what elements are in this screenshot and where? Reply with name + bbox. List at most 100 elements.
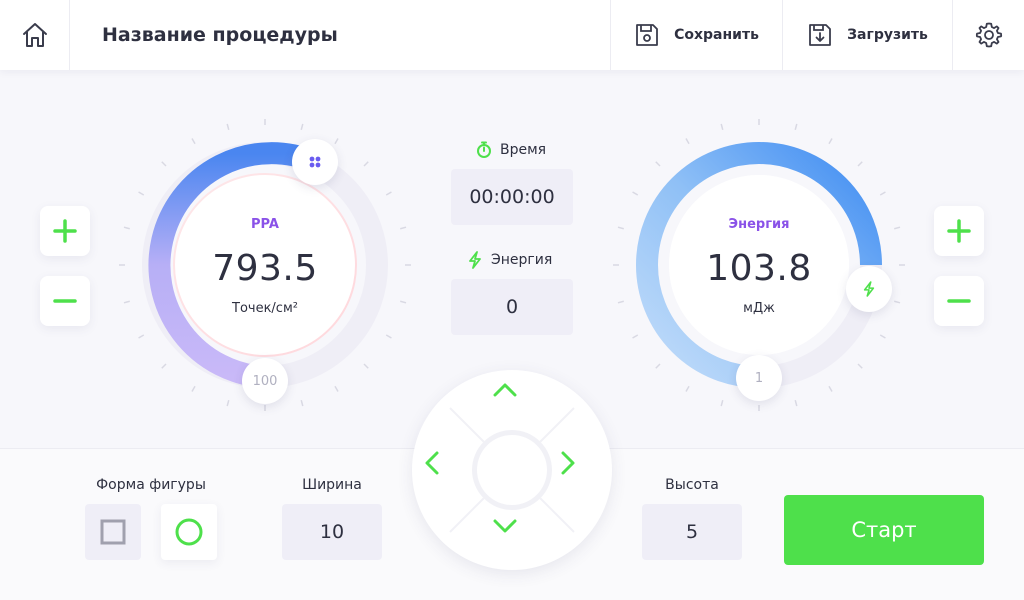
dial-tick	[123, 226, 130, 230]
height-input[interactable]: 5	[642, 504, 742, 560]
energy-dial[interactable]: Энергия 103.8 мДж 1	[609, 115, 909, 415]
dial-tick	[123, 300, 130, 304]
time-label: Время	[500, 142, 547, 158]
ppa-label: PPA	[251, 217, 279, 232]
right-arrow-button[interactable]	[560, 450, 600, 490]
square-icon	[100, 519, 126, 545]
dial-tick	[857, 363, 863, 369]
energy-dial-label: Энергия	[728, 217, 790, 232]
save-label: Сохранить	[674, 27, 759, 43]
load-icon	[809, 24, 832, 46]
square-shape-button[interactable]	[85, 504, 141, 560]
ppa-dial[interactable]: PPA 793.5 Точек/см² 100	[115, 115, 415, 415]
save-icon	[636, 24, 658, 46]
ppa-value: 793.5	[212, 248, 318, 289]
energy-display: 0	[451, 279, 573, 335]
width-input[interactable]: 10	[282, 504, 382, 560]
dial-tick	[400, 300, 407, 304]
dial-tick	[632, 334, 639, 339]
dial-tick	[191, 385, 196, 392]
page-title: Название процедуры	[102, 24, 338, 46]
dial-tick	[894, 226, 901, 230]
right-minus-button[interactable]	[934, 276, 984, 326]
dial-tick	[161, 161, 167, 167]
dial-tick	[857, 161, 863, 167]
dial-tick	[400, 226, 407, 230]
dpad-center-button[interactable]	[472, 430, 552, 510]
dial-tick	[879, 191, 886, 196]
time-label-row: Время	[476, 141, 546, 159]
dial-tick	[655, 363, 661, 369]
dial-tick	[632, 191, 639, 196]
dial-tick	[385, 334, 392, 339]
dial-tick	[617, 300, 624, 304]
gear-icon	[975, 22, 1002, 48]
title-container: Название процедуры	[102, 0, 338, 70]
chevron-down-icon	[493, 519, 517, 533]
circle-icon	[175, 518, 203, 546]
up-arrow-button[interactable]	[492, 382, 532, 422]
dial-tick	[879, 334, 886, 339]
load-button[interactable]: Загрузить	[782, 0, 952, 70]
start-button[interactable]: Старт	[784, 495, 984, 565]
energy-label-row: Энергия	[467, 251, 552, 269]
lightning-icon	[469, 251, 481, 269]
circle-shape-button[interactable]	[161, 504, 217, 560]
left-plus-button[interactable]	[40, 206, 90, 256]
energy-info-label: Энергия	[491, 252, 553, 268]
dial-tick	[334, 138, 339, 145]
chevron-left-icon	[425, 451, 439, 475]
height-label: Высота	[665, 477, 719, 493]
right-plus-button[interactable]	[934, 206, 984, 256]
stopwatch-icon	[477, 141, 491, 158]
minus-icon	[53, 299, 77, 303]
down-arrow-button[interactable]	[492, 518, 532, 558]
plus-icon	[947, 219, 971, 243]
direction-pad	[412, 370, 612, 570]
dial-tick	[300, 400, 304, 407]
home-icon	[22, 23, 47, 47]
dial-tick	[685, 138, 690, 145]
left-arrow-button[interactable]	[424, 450, 464, 490]
width-label: Ширина	[302, 477, 362, 493]
energy-dial-center: Энергия 103.8 мДж	[669, 175, 849, 355]
dial-tick	[720, 400, 724, 407]
dial-tick	[828, 385, 833, 392]
dial-tick	[685, 385, 690, 392]
dial-tick	[617, 226, 624, 230]
dial-tick	[720, 123, 724, 130]
save-button[interactable]: Сохранить	[610, 0, 782, 70]
ppa-dial-center: PPA 793.5 Точек/см²	[175, 175, 355, 355]
ppa-dial-handle[interactable]	[292, 139, 338, 185]
dial-tick	[161, 363, 167, 369]
minus-icon	[947, 299, 971, 303]
top-bar: Название процедуры Сохранить Загрузить	[0, 0, 1024, 70]
settings-button[interactable]	[952, 0, 1024, 70]
home-button[interactable]	[0, 0, 70, 70]
dial-tick	[226, 123, 230, 130]
dial-tick	[655, 161, 661, 167]
dial-tick	[138, 191, 145, 196]
dial-tick	[794, 123, 798, 130]
energy-dial-handle[interactable]	[846, 266, 892, 312]
lightning-icon	[863, 281, 875, 297]
dial-tick	[334, 385, 339, 392]
dial-tick	[794, 400, 798, 407]
left-minus-button[interactable]	[40, 276, 90, 326]
load-label: Загрузить	[847, 27, 928, 43]
dial-tick	[138, 334, 145, 339]
ppa-unit: Точек/см²	[232, 301, 298, 316]
chevron-up-icon	[493, 383, 517, 397]
dots-icon	[309, 156, 321, 168]
energy-min-knob[interactable]: 1	[736, 355, 782, 401]
dial-tick	[894, 300, 901, 304]
shape-label: Форма фигуры	[96, 477, 206, 493]
time-display: 00:00:00	[451, 169, 573, 225]
dial-tick	[226, 400, 230, 407]
energy-dial-value: 103.8	[706, 248, 812, 289]
ppa-min-knob[interactable]: 100	[242, 358, 288, 404]
dial-tick	[828, 138, 833, 145]
energy-dial-unit: мДж	[743, 301, 775, 316]
plus-icon	[53, 219, 77, 243]
dial-tick	[300, 123, 304, 130]
